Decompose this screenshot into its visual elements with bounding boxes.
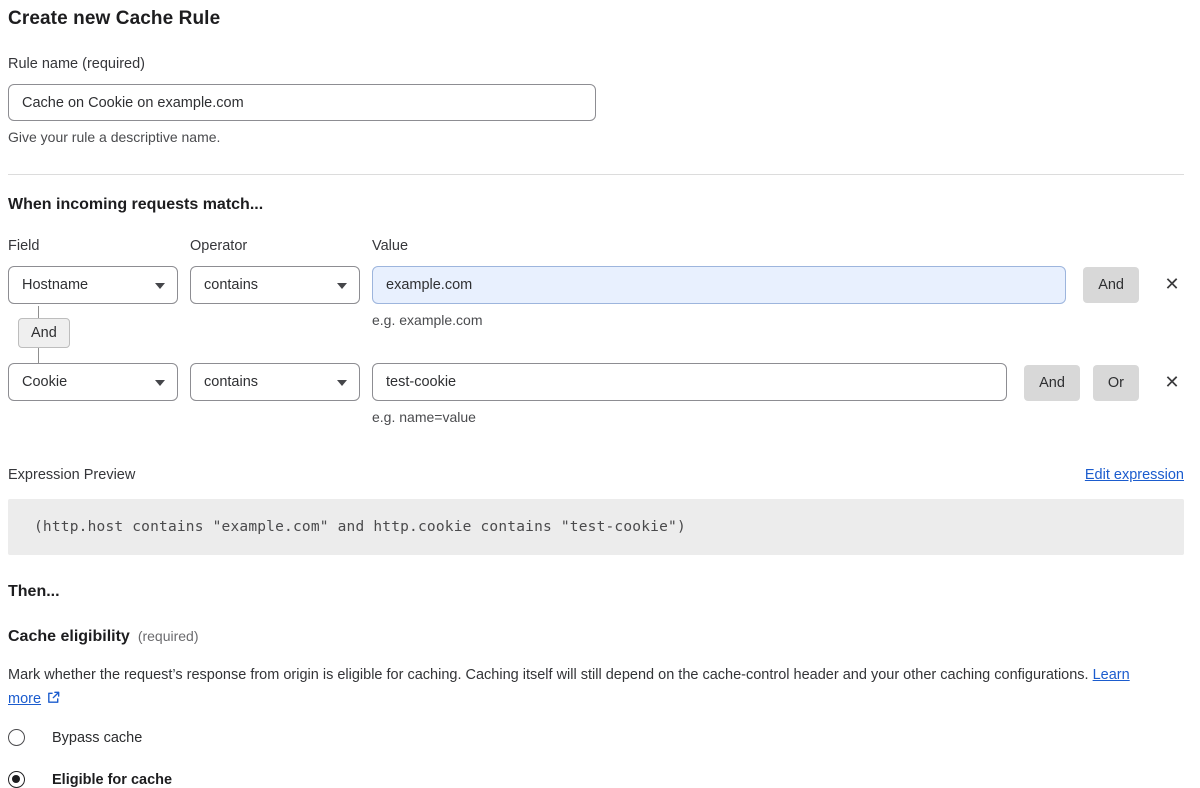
chevron-down-icon: [155, 380, 165, 386]
cache-eligibility-heading-row: Cache eligibility (required): [8, 628, 1184, 646]
external-link-icon: [46, 689, 61, 713]
remove-row-2-button[interactable]: ✕: [1160, 363, 1184, 401]
or-button-row-2[interactable]: Or: [1093, 365, 1139, 401]
rule-name-helper: Give your rule a descriptive name.: [8, 129, 1184, 145]
edit-expression-link[interactable]: Edit expression: [1085, 467, 1184, 483]
page-title: Create new Cache Rule: [8, 8, 1184, 30]
cache-eligibility-heading: Cache eligibility: [8, 628, 130, 646]
operator-select-2-value: contains: [204, 374, 258, 390]
field-select-2[interactable]: Cookie: [8, 363, 178, 401]
chevron-down-icon: [155, 283, 165, 289]
field-select-1-value: Hostname: [22, 277, 88, 293]
radio-option-bypass-cache[interactable]: Bypass cache: [8, 729, 1184, 746]
condition-row-2: Cookie contains e.g. name=value And Or ✕: [8, 363, 1184, 425]
operator-select-1-value: contains: [204, 277, 258, 293]
rule-name-section: Rule name (required) Give your rule a de…: [8, 56, 1184, 145]
and-connector-badge: And: [18, 318, 70, 348]
match-heading: When incoming requests match...: [8, 196, 1184, 214]
chevron-down-icon: [337, 283, 347, 289]
field-column-label: Field: [8, 238, 178, 254]
description-text: Mark whether the request’s response from…: [8, 667, 1089, 683]
expression-header: Expression Preview Edit expression: [8, 467, 1184, 483]
close-icon: ✕: [1164, 372, 1179, 392]
value-input-2[interactable]: [372, 363, 1007, 401]
then-heading: Then...: [8, 583, 1184, 601]
radio-icon: [8, 771, 25, 788]
expression-preview-label: Expression Preview: [8, 467, 135, 483]
chevron-down-icon: [337, 380, 347, 386]
remove-row-1-button[interactable]: ✕: [1160, 265, 1184, 303]
required-note: (required): [138, 628, 199, 644]
rule-name-label: Rule name (required): [8, 56, 1184, 72]
and-connector: And: [8, 318, 1184, 351]
field-select-2-value: Cookie: [22, 374, 67, 390]
radio-label: Eligible for cache: [52, 772, 172, 788]
cache-eligibility-options: Bypass cache Eligible for cache: [8, 729, 1184, 788]
condition-row-1: Field Hostname Operator contains Value e…: [8, 238, 1184, 328]
value-input-1[interactable]: [372, 266, 1066, 304]
rule-name-input[interactable]: [8, 84, 596, 121]
close-icon: ✕: [1164, 274, 1179, 294]
cache-eligibility-description: Mark whether the request’s response from…: [8, 663, 1163, 713]
field-select-1[interactable]: Hostname: [8, 266, 178, 304]
radio-icon: [8, 729, 25, 746]
radio-label: Bypass cache: [52, 730, 142, 746]
expression-code: (http.host contains "example.com" and ht…: [34, 519, 686, 535]
section-divider: [8, 174, 1184, 175]
operator-select-2[interactable]: contains: [190, 363, 360, 401]
and-button-row-2[interactable]: And: [1024, 365, 1080, 401]
value-column-label: Value: [372, 238, 1066, 254]
operator-column-label: Operator: [190, 238, 360, 254]
expression-code-block: (http.host contains "example.com" and ht…: [8, 499, 1184, 555]
operator-select-1[interactable]: contains: [190, 266, 360, 304]
radio-option-eligible-for-cache[interactable]: Eligible for cache: [8, 771, 1184, 788]
value-hint-2: e.g. name=value: [372, 409, 1007, 425]
and-button-row-1[interactable]: And: [1083, 267, 1139, 303]
